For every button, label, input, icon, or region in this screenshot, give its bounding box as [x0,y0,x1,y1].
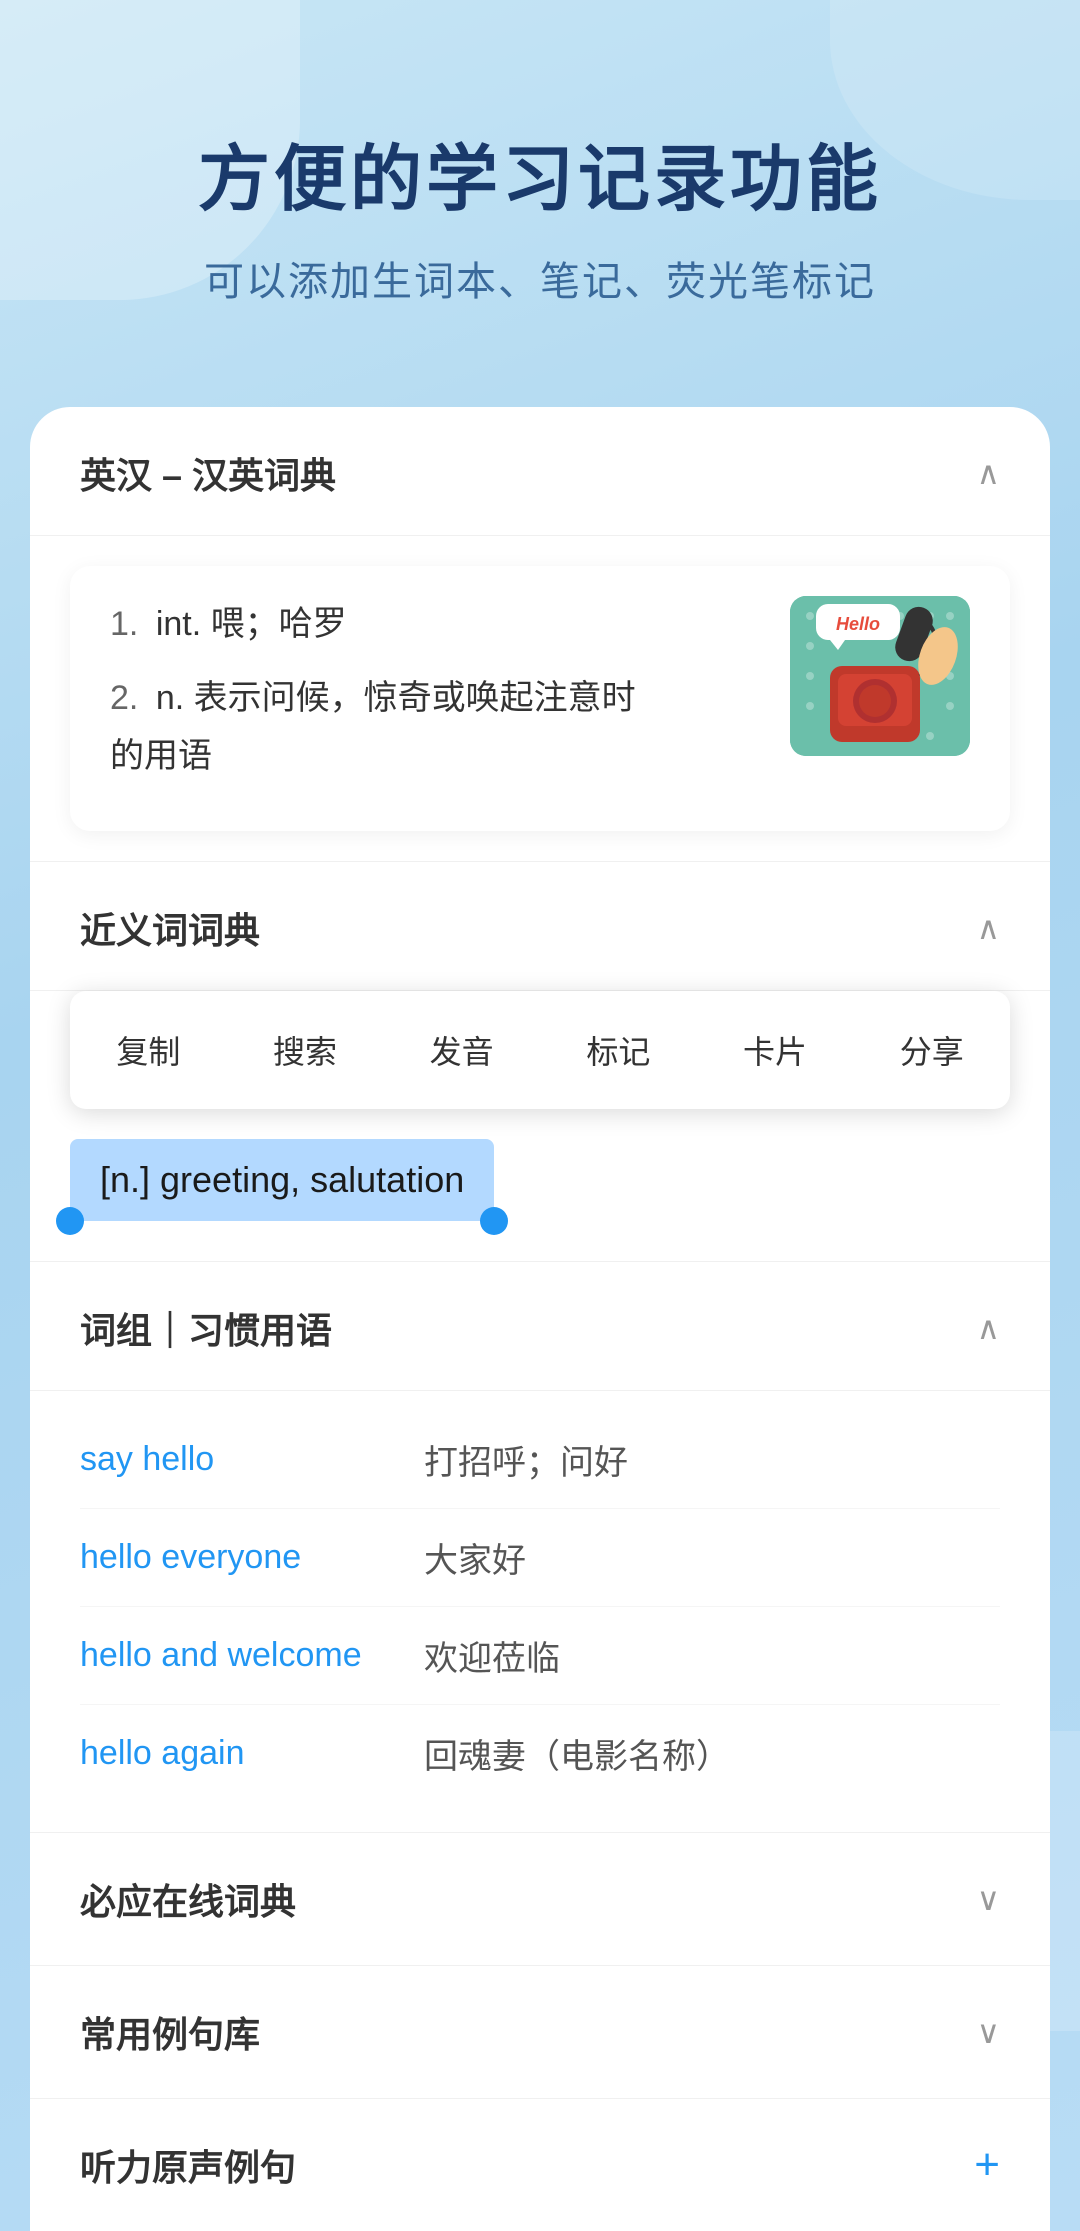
phone-illustration: Hello [790,596,970,756]
chevron-down-icon-1: ∨ [977,2013,1000,2051]
collapsed-section-title-1: 常用例句库 [80,2006,260,2058]
svg-text:Hello: Hello [836,614,880,634]
def-num-2: 2. [110,679,138,717]
synonyms-section-header[interactable]: 近义词词典 ∧ [30,862,1050,991]
phrase-item-1[interactable]: hello everyone 大家好 [80,1509,1000,1607]
page-header: 方便的学习记录功能 可以添加生词本、笔记、荧光笔标记 [0,0,1080,367]
def-type-1: int. 喂；哈罗 [156,605,347,643]
phrase-english-0: say hello [80,1440,400,1479]
page-subtitle: 可以添加生词本、笔记、荧光笔标记 [80,249,1000,307]
dict-def-1: 1. int. 喂；哈罗 [110,596,766,654]
context-menu-search[interactable]: 搜索 [227,1011,384,1089]
phrase-english-1: hello everyone [80,1538,400,1577]
phrase-list: say hello 打招呼；问好 hello everyone 大家好 hell… [30,1391,1050,1832]
collapsed-section-1[interactable]: 常用例句库 ∨ [30,1965,1050,2098]
phrase-english-3: hello again [80,1734,400,1773]
dict-section-header[interactable]: 英汉 – 汉英词典 ∧ [30,407,1050,536]
synonyms-section-title: 近义词词典 [80,902,260,954]
context-menu-mark[interactable]: 标记 [540,1011,697,1089]
chevron-down-icon-0: ∨ [977,1880,1000,1918]
synonyms-section: 近义词词典 ∧ 复制 搜索 发音 标记 卡片 分享 [n.] greeting,… [30,861,1050,1221]
phrases-chevron-icon: ∧ [977,1309,1000,1347]
phrase-chinese-2: 欢迎莅临 [424,1631,560,1680]
phrase-item-2[interactable]: hello and welcome 欢迎莅临 [80,1607,1000,1705]
dict-chevron-icon: ∧ [977,454,1000,492]
page-title: 方便的学习记录功能 [80,120,1000,225]
synonyms-chevron-icon: ∧ [977,909,1000,947]
dict-def-2: 2. n. 表示问候，惊奇或唤起注意时的用语 [110,670,766,786]
phrases-section-header[interactable]: 词组｜习惯用语 ∧ [30,1262,1050,1391]
highlighted-text-container: [n.] greeting, salutation [70,1139,1010,1221]
plus-icon-2: + [974,2140,1000,2190]
context-menu-pronounce[interactable]: 发音 [383,1011,540,1089]
dict-definitions: 1. int. 喂；哈罗 2. n. 表示问候，惊奇或唤起注意时的用语 [110,596,766,801]
hello-illustration: Hello [790,596,970,756]
def-type-2: n. 表示问候，惊奇或唤起注意时的用语 [110,679,636,775]
phrase-english-2: hello and welcome [80,1636,400,1675]
selection-handle-right [480,1207,508,1235]
collapsed-section-0[interactable]: 必应在线词典 ∨ [30,1832,1050,1965]
collapsed-sections: 必应在线词典 ∨ 常用例句库 ∨ 听力原声例句 + [30,1832,1050,2231]
dict-section-title: 英汉 – 汉英词典 [80,447,336,499]
selection-handle-left [56,1207,84,1235]
main-card: 英汉 – 汉英词典 ∧ 1. int. 喂；哈罗 2. n. 表示问候，惊奇或唤… [30,407,1050,2231]
collapsed-section-2[interactable]: 听力原声例句 + [30,2098,1050,2231]
phrases-section: 词组｜习惯用语 ∧ say hello 打招呼；问好 hello everyon… [30,1261,1050,1832]
context-menu: 复制 搜索 发音 标记 卡片 分享 [70,991,1010,1109]
phrase-chinese-1: 大家好 [424,1533,526,1582]
collapsed-section-title-2: 听力原声例句 [80,2139,296,2191]
def-num-1: 1. [110,605,138,643]
collapsed-section-title-0: 必应在线词典 [80,1873,296,1925]
dict-content-card: 1. int. 喂；哈罗 2. n. 表示问候，惊奇或唤起注意时的用语 [70,566,1010,831]
phrase-chinese-0: 打招呼；问好 [424,1435,628,1484]
highlighted-text: [n.] greeting, salutation [70,1139,494,1221]
context-menu-share[interactable]: 分享 [853,1011,1010,1089]
phrase-item-3[interactable]: hello again 回魂妻（电影名称） [80,1705,1000,1802]
phrases-section-title: 词组｜习惯用语 [80,1302,332,1354]
context-menu-card[interactable]: 卡片 [697,1011,854,1089]
phrase-item-0[interactable]: say hello 打招呼；问好 [80,1411,1000,1509]
phrase-chinese-3: 回魂妻（电影名称） [424,1729,730,1778]
context-menu-copy[interactable]: 复制 [70,1011,227,1089]
telephone-svg: Hello [790,596,970,756]
